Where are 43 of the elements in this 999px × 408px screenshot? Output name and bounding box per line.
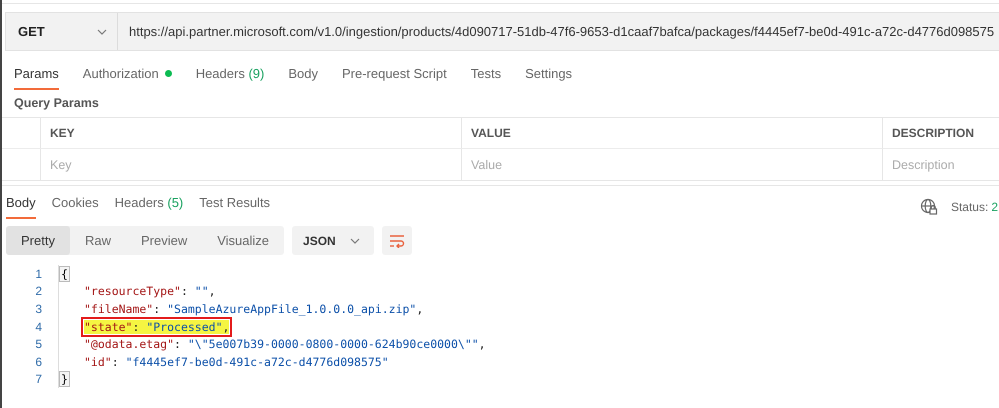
- tab[interactable]: Pre-request Script: [342, 66, 447, 90]
- chevron-down-icon: [350, 238, 360, 244]
- line-number: 2: [34, 284, 43, 298]
- line-number: 5: [34, 337, 43, 352]
- code-line: "resourceType": "",: [84, 284, 216, 298]
- tab[interactable]: Headers (5): [114, 195, 184, 219]
- section-title: Query Params: [14, 96, 100, 110]
- column-header: DESCRIPTION: [883, 118, 999, 149]
- view-mode-tab[interactable]: Preview: [126, 226, 202, 255]
- tab[interactable]: Test Results: [199, 195, 270, 219]
- tab[interactable]: Cookies: [52, 195, 99, 219]
- tab[interactable]: Authorization: [82, 66, 172, 90]
- table-input-field[interactable]: Key: [50, 158, 440, 172]
- code-line: "state": "Processed",: [84, 320, 230, 334]
- format-dropdown[interactable]: JSON: [292, 226, 374, 255]
- code-line: "fileName": "SampleAzureAppFile_1.0.0.0_api.zip",: [84, 302, 424, 316]
- tab[interactable]: Tests: [470, 66, 502, 90]
- tab[interactable]: Body: [288, 66, 318, 90]
- line-number: 6: [34, 354, 43, 369]
- line-number: 1: [34, 266, 43, 281]
- column-header: KEY: [41, 118, 462, 149]
- code-brace: }: [59, 371, 70, 388]
- tab[interactable]: Headers (9): [196, 66, 264, 90]
- wrap-lines-button[interactable]: [382, 226, 412, 255]
- view-mode-tab[interactable]: Pretty: [6, 226, 70, 255]
- view-mode-tab[interactable]: Raw: [70, 226, 126, 255]
- line-number: 4: [34, 320, 43, 334]
- tab[interactable]: Settings: [525, 66, 572, 90]
- line-number: 7: [34, 372, 43, 386]
- status-label: Status:: [950, 200, 988, 214]
- wrap-lines-icon: [388, 234, 405, 248]
- table-input-field[interactable]: Description: [892, 158, 994, 172]
- code-brace: {: [59, 266, 70, 282]
- line-number: 3: [34, 302, 43, 316]
- table-input-field[interactable]: Value: [471, 158, 862, 172]
- code-line: "id": "f4445ef7-be0d-491c-a72c-d4776d098575": [84, 354, 389, 369]
- status-code: 2: [991, 200, 998, 214]
- column-header: VALUE: [462, 118, 883, 149]
- code-line: "@odata.etag": "\"5e007b39-0000-0800-0000-624b90ce0000\"",: [84, 337, 486, 352]
- tab[interactable]: Params: [14, 66, 59, 90]
- view-mode-tab[interactable]: Visualize: [202, 226, 284, 255]
- tab[interactable]: Body: [6, 195, 36, 219]
- globe-lock-icon: [920, 198, 938, 216]
